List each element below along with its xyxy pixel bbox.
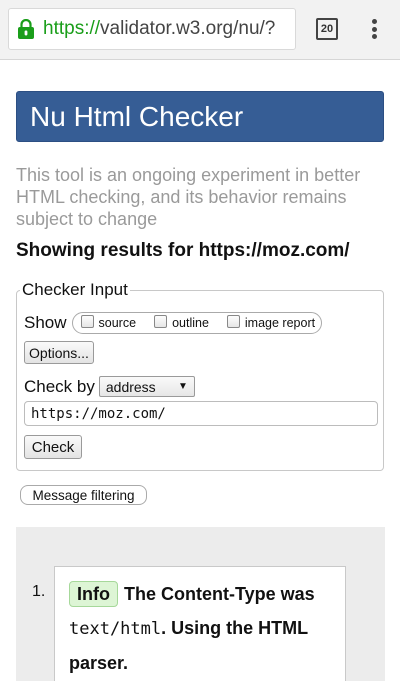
result-number: 1. [32,583,46,600]
outline-checkbox[interactable] [154,314,168,328]
check-by-value: address [105,378,156,395]
check-by-label: Check by [24,376,95,396]
url-host-path: validator.w3.org/nu/? [100,18,276,39]
image-report-label: image report [244,316,316,330]
dropdown-arrow-icon: ▼ [177,381,188,392]
tab-switcher-button[interactable]: 20 [316,18,338,40]
show-options-row: Show source outline image report [24,312,323,334]
show-outline-option[interactable]: outline [154,314,209,330]
message-text-start: The Content-Type was [124,584,315,604]
show-label: Show [24,313,67,332]
tab-count: 20 [320,23,334,35]
result-message: Info The Content-Type was text/html. Usin… [69,577,333,680]
showing-results-heading: Showing results for https://moz.com/ [16,240,350,261]
info-badge: Info [69,581,118,607]
show-image-report-option[interactable]: image report [226,314,316,330]
show-options-group: source outline image report [71,312,323,334]
options-button[interactable]: Options... [24,341,94,364]
browser-toolbar: https://validator.w3.org/nu/? 20 [0,0,400,60]
image-report-checkbox[interactable] [226,314,240,328]
intro-text: This tool is an ongoing experiment in be… [16,165,361,229]
overflow-menu-icon[interactable] [367,16,381,42]
check-by-select[interactable]: address ▼ [98,376,195,397]
address-bar[interactable]: https://validator.w3.org/nu/? [8,8,296,50]
page-title: Nu Html Checker [16,91,384,142]
url-text: https://validator.w3.org/nu/? [43,18,275,40]
address-input[interactable]: https://moz.com/ [24,401,378,426]
check-by-row: Check by address ▼ [24,376,195,397]
message-filtering-button[interactable]: Message filtering [20,485,147,505]
result-message-card: Info The Content-Type was text/html. Usin… [54,566,346,681]
source-label: source [98,316,137,330]
url-scheme: https:// [43,18,101,39]
source-checkbox[interactable] [80,314,94,328]
message-code: text/html [69,619,162,639]
check-button[interactable]: Check [24,435,82,459]
outline-label: outline [172,316,209,330]
show-source-option[interactable]: source [80,314,137,330]
lock-icon [9,9,43,49]
fieldset-legend: Checker Input [20,280,130,300]
